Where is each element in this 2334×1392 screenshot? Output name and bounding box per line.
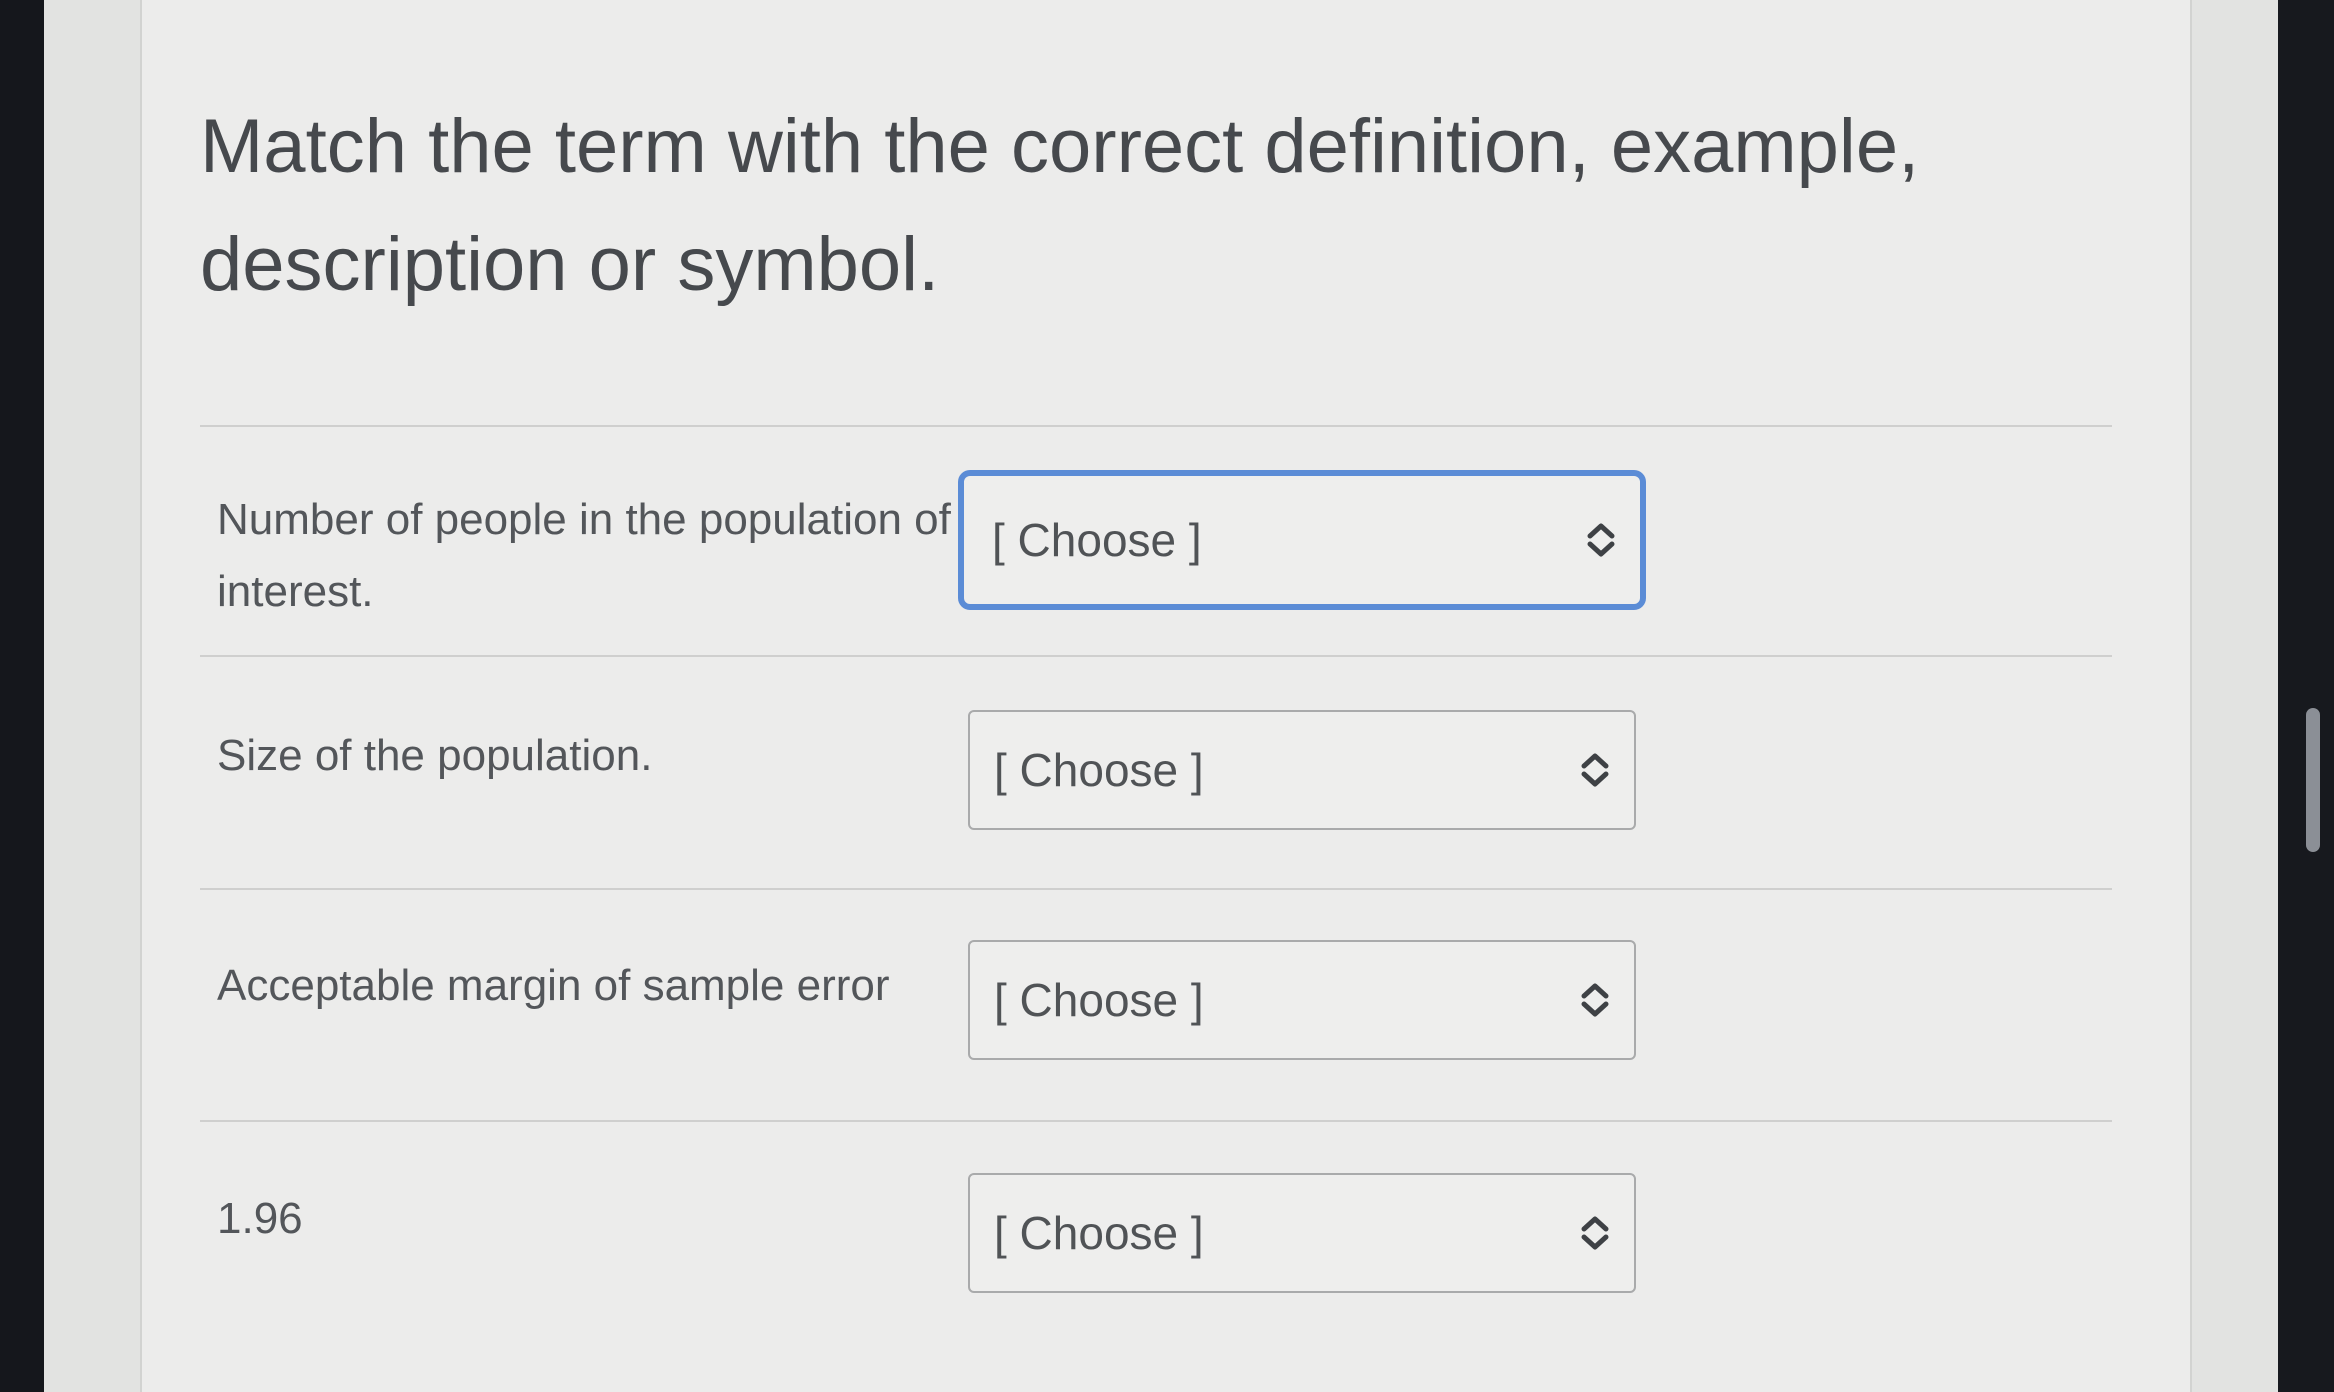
match-select-3[interactable]: [ Choose ]	[968, 940, 1636, 1060]
row-divider	[200, 425, 2112, 427]
match-row-label: Number of people in the population of in…	[217, 495, 951, 616]
select-value: [ Choose ]	[994, 744, 1204, 796]
quiz-question-panel: Match the term with the correct definiti…	[142, 0, 2190, 1392]
left-gutter	[44, 0, 142, 1392]
match-row-label: 1.96	[217, 1194, 303, 1243]
right-gutter	[2190, 0, 2278, 1392]
chevron-up-down-icon	[1581, 753, 1609, 787]
match-select-1[interactable]: [ Choose ]	[958, 470, 1646, 610]
match-select-2[interactable]: [ Choose ]	[968, 710, 1636, 830]
select-value: [ Choose ]	[992, 514, 1202, 566]
scrollbar-thumb[interactable]	[2306, 708, 2320, 852]
select-value: [ Choose ]	[994, 974, 1204, 1026]
device-bezel-right	[2278, 0, 2334, 1392]
chevron-up-down-icon	[1581, 983, 1609, 1017]
row-divider	[200, 888, 2112, 890]
device-bezel-left	[0, 0, 44, 1392]
chevron-up-down-icon	[1587, 523, 1615, 557]
match-select-4[interactable]: [ Choose ]	[968, 1173, 1636, 1293]
row-divider	[200, 1120, 2112, 1122]
row-divider	[200, 655, 2112, 657]
select-value: [ Choose ]	[994, 1207, 1204, 1259]
question-title: Match the term with the correct definiti…	[200, 104, 1920, 307]
match-row-label: Size of the population.	[217, 731, 653, 780]
chevron-up-down-icon	[1581, 1216, 1609, 1250]
match-row-label: Acceptable margin of sample error	[217, 961, 890, 1010]
